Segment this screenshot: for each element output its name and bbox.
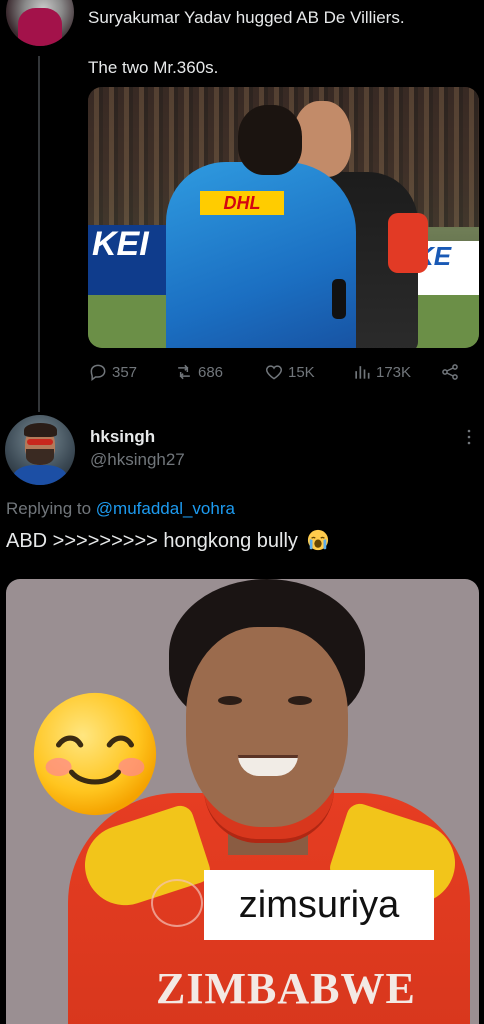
like-icon [265, 365, 283, 380]
smiling-emoji-icon [33, 692, 157, 816]
thread-connector-line [38, 56, 40, 412]
more-icon[interactable] [462, 428, 476, 446]
caption-overlay: zimsuriya [204, 870, 434, 940]
photo-face [186, 627, 348, 827]
avatar-sunglasses [27, 439, 53, 445]
avatar-hair [24, 423, 57, 437]
reply-text: ABD >>>>>>>>> hongkong bully [6, 528, 329, 554]
share-button[interactable] [440, 362, 464, 382]
reply-photo[interactable]: zimsuriya ZIMBABWE [6, 579, 479, 1024]
caption-text: zimsuriya [238, 883, 400, 926]
sponsor-logo: DHL [200, 191, 284, 215]
tweet-action-bar: 357 686 15K 173K [88, 362, 468, 386]
like-count: 15K [288, 363, 315, 381]
tweet-photo[interactable]: KEI KE DHL [88, 87, 479, 348]
tweet-text-line-2: The two Mr.360s. [88, 58, 219, 77]
views-icon [355, 366, 370, 379]
share-icon [442, 364, 458, 380]
photo-eye-right [288, 696, 312, 705]
author-avatar[interactable] [6, 0, 74, 46]
repost-button[interactable]: 686 [174, 362, 223, 382]
advert-board-left: KEI [88, 225, 166, 295]
reply-text-content: ABD >>>>>>>>> hongkong bully [6, 530, 298, 552]
replying-prefix: Replying to [6, 499, 96, 518]
reply-handle[interactable]: @hksingh27 [90, 450, 185, 470]
photo-red-sleeve [388, 213, 428, 273]
reply-count: 357 [112, 363, 138, 381]
repost-icon [178, 364, 190, 380]
world-cup-logo [151, 879, 203, 927]
tweet-text-line-1: Suryakumar Yadav hugged AB De Villiers. [88, 8, 405, 27]
views-count: 173K [376, 363, 412, 381]
reply-button[interactable]: 357 [88, 362, 137, 382]
reply-display-name[interactable]: hksingh [90, 427, 155, 447]
photo-person-blue-jersey [166, 162, 356, 348]
photo-person-head-left [238, 105, 302, 175]
like-button[interactable]: 15K [264, 362, 315, 382]
microphone [332, 279, 346, 319]
reply-icon [90, 364, 106, 381]
photo-eye-left [218, 696, 242, 705]
jersey-text: ZIMBABWE [156, 964, 416, 1013]
replying-to-line: Replying to @mufaddal_vohra [6, 499, 235, 519]
avatar-beard [26, 449, 54, 465]
crying-emoji-icon [308, 529, 329, 551]
views-button[interactable]: 173K [352, 362, 411, 382]
avatar-shirt [13, 465, 67, 485]
repost-count: 686 [198, 363, 224, 381]
avatar-jersey [18, 8, 62, 46]
replying-mention-link[interactable]: @mufaddal_vohra [96, 499, 235, 518]
reply-author-avatar[interactable] [5, 415, 75, 485]
